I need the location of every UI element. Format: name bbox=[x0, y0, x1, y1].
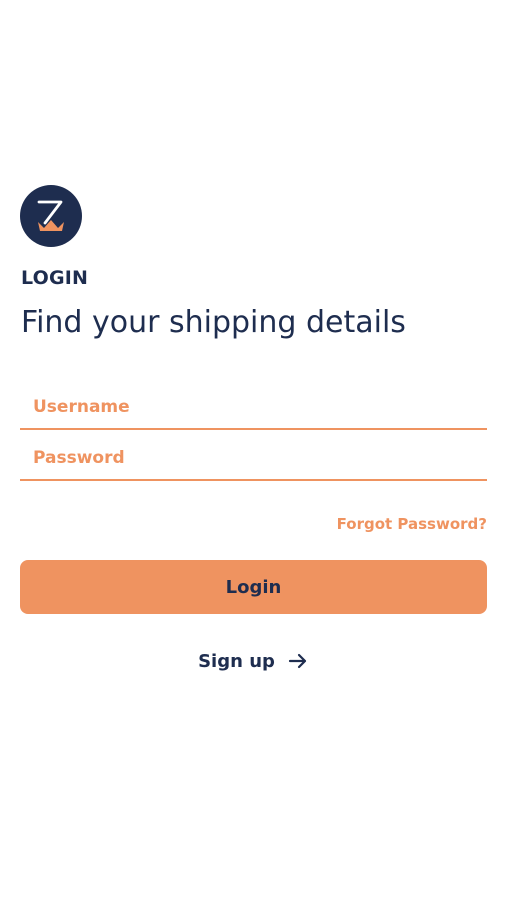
forgot-password-link[interactable]: Forgot Password? bbox=[337, 515, 487, 533]
signup-link[interactable]: Sign up bbox=[198, 650, 309, 672]
login-screen: LOGIN Find your shipping details Forgot … bbox=[0, 0, 507, 900]
section-label: LOGIN bbox=[21, 267, 89, 289]
signup-label: Sign up bbox=[198, 650, 275, 672]
username-input[interactable] bbox=[20, 386, 487, 430]
login-button[interactable]: Login bbox=[20, 560, 487, 614]
password-input[interactable] bbox=[20, 437, 487, 481]
app-logo-icon bbox=[20, 185, 82, 247]
arrow-right-icon bbox=[288, 653, 307, 669]
signup-row: Sign up bbox=[0, 650, 507, 672]
zeta-crown-logo-icon bbox=[37, 200, 64, 231]
page-title: Find your shipping details bbox=[21, 305, 406, 340]
